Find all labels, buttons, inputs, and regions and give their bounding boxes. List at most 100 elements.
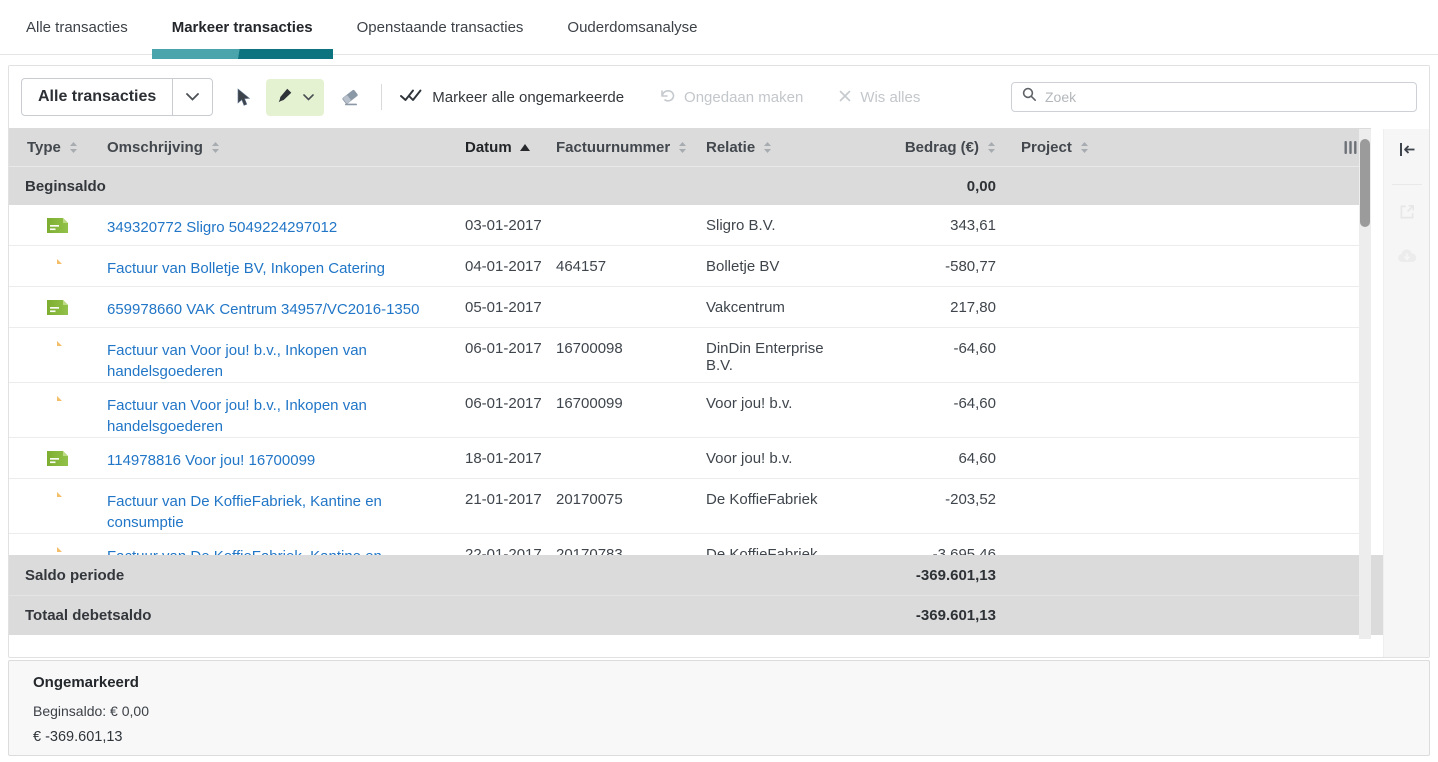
column-header-type[interactable]: Type xyxy=(9,139,99,156)
row-filler xyxy=(1136,534,1371,546)
transaction-invoice-number: 16700098 xyxy=(546,328,696,357)
transaction-type-cell xyxy=(9,287,99,315)
row-filler xyxy=(1136,328,1371,340)
table-row[interactable]: Factuur van Bolletje BV, Inkopen Caterin… xyxy=(9,246,1371,287)
tab-ouderdomsanalyse[interactable]: Ouderdomsanalyse xyxy=(567,0,697,55)
eraser-icon[interactable] xyxy=(340,88,361,107)
transaction-type-cell xyxy=(9,438,99,466)
tab-bar: Alle transacties Markeer transacties Ope… xyxy=(0,0,1438,55)
saldo-periode-amount: -369.601,13 xyxy=(846,567,996,584)
cloud-download-icon xyxy=(1397,248,1417,264)
double-check-icon xyxy=(400,88,423,106)
row-filler xyxy=(1136,287,1371,299)
transaction-filter-dropdown[interactable]: Alle transacties xyxy=(21,78,213,116)
table-row[interactable]: 349320772 Sligro 5049224297012 03-01-201… xyxy=(9,205,1371,246)
transaction-date: 06-01-2017 xyxy=(456,328,546,357)
transaction-description-link[interactable]: Factuur van Bolletje BV, Inkopen Caterin… xyxy=(99,246,456,279)
transaction-amount: -64,60 xyxy=(846,383,996,412)
undo-button[interactable]: Ongedaan maken xyxy=(660,89,803,106)
vertical-scrollbar-track[interactable] xyxy=(1359,129,1371,639)
sort-icon xyxy=(1080,141,1089,154)
sort-icon xyxy=(987,141,996,154)
transaction-amount: -580,77 xyxy=(846,246,996,275)
clear-all-button[interactable]: Wis alles xyxy=(839,89,920,106)
transaction-description-link[interactable]: 114978816 Voor jou! 16700099 xyxy=(99,438,456,471)
transaction-type-cell xyxy=(9,534,99,555)
purchase-invoice-icon xyxy=(47,547,62,555)
filter-selected-value: Alle transacties xyxy=(22,79,172,115)
transaction-invoice-number xyxy=(546,287,696,299)
open-external-button[interactable] xyxy=(1398,203,1416,226)
undo-label: Ongedaan maken xyxy=(684,89,803,106)
download-button[interactable] xyxy=(1397,248,1417,269)
transaction-date: 03-01-2017 xyxy=(456,205,546,234)
tab-markeer-transacties[interactable]: Markeer transacties xyxy=(172,0,313,55)
vertical-scrollbar-thumb[interactable] xyxy=(1360,139,1370,227)
collapse-left-icon xyxy=(1397,142,1417,157)
ongemarkeerd-summary-panel: Ongemarkeerd Beginsaldo: € 0,00 € -369.6… xyxy=(8,660,1430,756)
purchase-invoice-icon xyxy=(47,341,62,360)
tab-openstaande-transacties[interactable]: Openstaande transacties xyxy=(357,0,524,55)
transaction-amount: 343,61 xyxy=(846,205,996,234)
transaction-relation: Voor jou! b.v. xyxy=(696,383,846,412)
transaction-type-cell xyxy=(9,479,99,511)
table-row[interactable]: Factuur van De KoffieFabriek, Kantine en… xyxy=(9,534,1371,555)
column-header-project[interactable]: Project xyxy=(996,139,1136,156)
row-filler xyxy=(1136,246,1371,258)
purchase-invoice-icon xyxy=(47,259,62,278)
side-icon-rail xyxy=(1383,129,1429,658)
table-row[interactable]: Factuur van De KoffieFabriek, Kantine en… xyxy=(9,479,1371,534)
transaction-type-cell xyxy=(9,383,99,415)
mark-all-unmarked-button[interactable]: Markeer alle ongemarkeerde xyxy=(400,88,624,106)
transaction-description-link[interactable]: Factuur van Voor jou! b.v., Inkopen vanh… xyxy=(99,328,456,382)
transaction-description-link[interactable]: Factuur van De KoffieFabriek, Kantine en… xyxy=(99,534,456,555)
column-chooser-button[interactable] xyxy=(1136,141,1371,154)
summary-beginsaldo: Beginsaldo: € 0,00 xyxy=(33,703,1405,719)
transaction-date: 21-01-2017 xyxy=(456,479,546,508)
totaal-debetsaldo-label: Totaal debetsaldo xyxy=(9,607,456,624)
tab-alle-transacties[interactable]: Alle transacties xyxy=(26,0,128,55)
transaction-invoice-number xyxy=(546,205,696,217)
transaction-project xyxy=(996,246,1136,258)
transaction-project xyxy=(996,438,1136,450)
transaction-relation: De KoffieFabriek xyxy=(696,479,846,508)
summary-total: € -369.601,13 xyxy=(33,729,1405,745)
sort-asc-icon xyxy=(520,144,530,151)
transactions-panel: Alle transacties xyxy=(8,65,1430,658)
transaction-invoice-number xyxy=(546,438,696,450)
table-row[interactable]: Factuur van Voor jou! b.v., Inkopen vanh… xyxy=(9,328,1371,383)
transaction-project xyxy=(996,328,1136,340)
transaction-invoice-number: 20170075 xyxy=(546,479,696,508)
column-header-bedrag[interactable]: Bedrag (€) xyxy=(846,139,996,156)
column-header-omschrijving[interactable]: Omschrijving xyxy=(99,139,456,156)
table-row[interactable]: 659978660 VAK Centrum 34957/VC2016-1350 … xyxy=(9,287,1371,328)
undo-icon xyxy=(660,89,675,106)
column-header-factuurnummer[interactable]: Factuurnummer xyxy=(546,139,696,156)
saldo-periode-row: Saldo periode -369.601,13 xyxy=(9,555,1371,595)
transaction-amount: -64,60 xyxy=(846,328,996,357)
column-header-datum[interactable]: Datum xyxy=(456,139,546,156)
transaction-description-link[interactable]: 659978660 VAK Centrum 34957/VC2016-1350 xyxy=(99,287,456,320)
transaction-date: 22-01-2017 xyxy=(456,534,546,555)
transaction-description-link[interactable]: Factuur van Voor jou! b.v., Inkopen vanh… xyxy=(99,383,456,437)
table-row[interactable]: Factuur van Voor jou! b.v., Inkopen vanh… xyxy=(9,383,1371,438)
search-icon xyxy=(1022,87,1037,107)
transaction-description-link[interactable]: 349320772 Sligro 5049224297012 xyxy=(99,205,456,238)
table-row[interactable]: 114978816 Voor jou! 16700099 18-01-2017 … xyxy=(9,438,1371,479)
transaction-amount: 217,80 xyxy=(846,287,996,316)
toolbar-divider xyxy=(381,84,382,110)
transaction-amount: -3.695,46 xyxy=(846,534,996,555)
table-body: 349320772 Sligro 5049224297012 03-01-201… xyxy=(9,205,1429,555)
search-input[interactable] xyxy=(1045,89,1406,105)
table-header: Type Omschrijving Datum Factuurnummer Re… xyxy=(9,128,1371,166)
column-header-relatie[interactable]: Relatie xyxy=(696,139,846,156)
select-cursor-icon[interactable] xyxy=(233,87,252,107)
collapse-panel-button[interactable] xyxy=(1397,142,1417,162)
transaction-description-link[interactable]: Factuur van De KoffieFabriek, Kantine en… xyxy=(99,479,456,533)
totaal-debetsaldo-row: Totaal debetsaldo -369.601,13 xyxy=(9,595,1371,635)
close-icon xyxy=(839,89,851,106)
marker-tool-button[interactable] xyxy=(266,79,324,116)
transaction-project xyxy=(996,287,1136,299)
transaction-relation: Sligro B.V. xyxy=(696,205,846,234)
transaction-relation: DinDin Enterprise B.V. xyxy=(696,328,846,374)
